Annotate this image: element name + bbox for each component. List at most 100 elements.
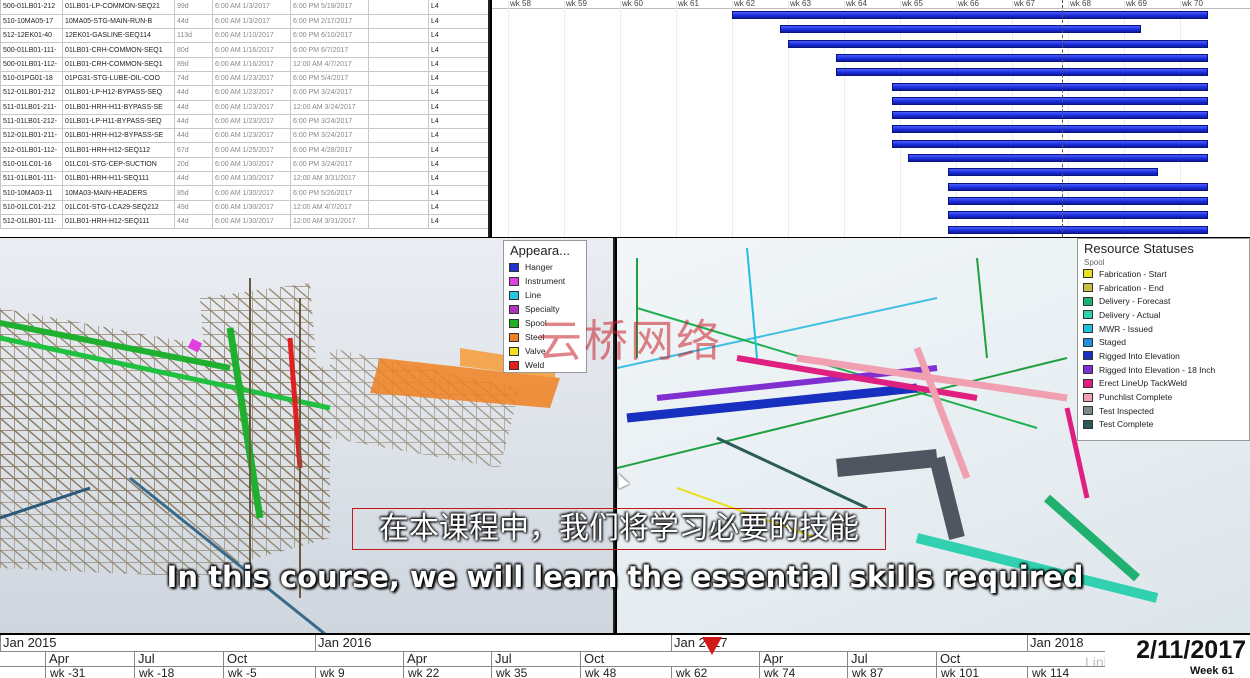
gantt-week-label: wk 62 (734, 0, 755, 8)
gantt-gridline (620, 0, 621, 237)
gantt-chart[interactable]: wk 58 wk 59 wk 60 wk 61 wk 62 wk 63 wk 64 wk 65… (492, 0, 1250, 237)
gantt-task-bar[interactable] (891, 96, 1208, 105)
table-row[interactable]: 510-01LC01-212 01LC01-STG-LCA29-SEQ212 49d… (0, 199, 488, 215)
gantt-task-bar[interactable] (908, 154, 1208, 162)
table-cell: 44d (174, 85, 213, 101)
table-row[interactable]: 512-12EK01-40 12EK01-GASLINE-SEQ114 113d 6:… (0, 28, 488, 44)
table-row[interactable]: 500-01LB01-112- 01LB01-CRH-COMMON-SEQ1 89d… (0, 56, 488, 72)
gantt-week-label: wk 60 (622, 0, 643, 8)
legend-swatch (1083, 337, 1093, 347)
legend-label: Line (525, 290, 542, 300)
table-row[interactable]: 511-01LB01-212- 01LB01-LP-H11-BYPASS-SEQ 4… (0, 113, 488, 130)
gantt-week-label: wk 58 (510, 0, 531, 8)
table-row[interactable]: 511-01LB01-111- 01LB01-HRH-H11-SEQ111 44d 6… (0, 171, 488, 187)
legend-item: Instrument (504, 274, 586, 288)
table-cell: L4 (428, 0, 488, 15)
gantt-task-bar[interactable] (779, 25, 1141, 34)
gantt-task-bar[interactable] (947, 182, 1208, 191)
gantt-gridline (844, 0, 845, 237)
table-cell: 500-01LB01-112- (0, 56, 63, 72)
table-cell: 12EK01-GASLINE-SEQ114 (62, 28, 175, 44)
gantt-task-bar[interactable] (891, 125, 1208, 134)
table-row[interactable]: 510-10MA03-11 10MA03-MAIN-HEADERS 85d 6:00 … (0, 185, 488, 201)
table-row[interactable]: 512-01LB01-112- 01LB01-HRH-H12-SEQ112 67d 6… (0, 142, 488, 158)
table-row[interactable]: 500-01LB01-111- 01LB01-CRH-COMMON-SEQ1 80d… (0, 42, 488, 58)
table-cell: 85d (174, 185, 213, 201)
gantt-task-bar[interactable] (947, 225, 1208, 234)
table-cell: 510-01LC01-212 (0, 199, 63, 215)
legend-swatch (509, 332, 519, 342)
table-cell: 01PG31-STG-LUBE-OIL-COO (62, 70, 175, 87)
table-cell: L4 (428, 128, 488, 144)
legend-swatch (509, 346, 519, 356)
table-row[interactable]: 510-01PG01-18 01PG31-STG-LUBE-OIL-COO 74d 6… (0, 70, 488, 87)
table-cell: L4 (428, 13, 488, 30)
table-cell: 12:00 AM 3/31/2017 (290, 171, 369, 187)
gantt-task-bar[interactable] (947, 211, 1208, 220)
table-row[interactable]: 512-01LB01-211- 01LB01-HRH-H12-BYPASS-SE 4… (0, 128, 488, 144)
timeline-week-label: wk 87 (847, 667, 883, 678)
table-cell: 511-01LB01-111- (0, 171, 63, 187)
table-row[interactable]: 511-01LB01-211- 01LB01-HRH-H11-BYPASS-SE 4… (0, 99, 488, 115)
gantt-task-bar[interactable] (835, 68, 1208, 77)
table-cell: 6:00 PM 5/26/2017 (290, 185, 369, 201)
legend-swatch (1083, 365, 1093, 375)
gantt-task-bar[interactable] (947, 168, 1158, 177)
timeline-playhead-marker[interactable] (702, 637, 722, 655)
timeline-month-label: Jul (491, 652, 512, 666)
table-cell: 20d (174, 156, 213, 173)
table-cell: 512-01LB01-112- (0, 142, 63, 158)
gantt-task-bar[interactable] (732, 11, 1208, 19)
table-cell: 12:00 AM 4/7/2017 (290, 199, 369, 215)
legend-label: Test Complete (1099, 419, 1154, 430)
resource-legend-subtitle: Spool (1084, 258, 1105, 267)
gantt-task-bar[interactable] (835, 53, 1208, 62)
table-cell (368, 142, 429, 158)
timeline-slider[interactable]: Jan 2015 Jan 2016 Jan 2017 Jan 2018 Apr Jul O… (0, 635, 1250, 678)
timeline-month-label: Oct (223, 652, 247, 666)
gantt-gridline (788, 0, 789, 237)
table-cell: 6:00 AM 1/30/2017 (212, 171, 291, 187)
legend-item: Test Complete (1078, 418, 1249, 432)
gantt-gridline (508, 0, 509, 237)
table-row[interactable]: 500-01LB01-212 01LB01-LP-COMMON-SEQ21 99d 6… (0, 0, 488, 15)
timeline-week-label: wk -31 (45, 667, 85, 678)
legend-swatch (1083, 324, 1093, 334)
table-cell: 500-01LB01-111- (0, 42, 63, 58)
table-cell: 44d (174, 113, 213, 130)
table-cell (368, 28, 429, 44)
timeline-year-label: Jan 2016 (315, 635, 372, 652)
table-cell (368, 213, 429, 230)
table-cell: 6:00 AM 1/3/2017 (212, 13, 291, 30)
table-cell (368, 171, 429, 187)
legend-label: Fabrication - Start (1099, 268, 1167, 279)
table-cell (368, 0, 429, 15)
legend-swatch (1083, 378, 1093, 388)
table-cell: 67d (174, 142, 213, 158)
table-cell: 10MA03-MAIN-HEADERS (62, 185, 175, 201)
legend-item: Rigged Into Elevation - 18 Inch (1078, 363, 1249, 377)
timeline-week-label: wk 74 (759, 667, 795, 678)
table-row[interactable]: 510-01LC01-16 01LC01-STG-CEP-SUCTION 20d 6:… (0, 156, 488, 173)
table-cell: 6:00 AM 1/30/2017 (212, 199, 291, 215)
gantt-gridline (676, 0, 677, 237)
table-cell (368, 56, 429, 72)
timeline-month-label: Apr (759, 652, 783, 666)
legend-label: Erect LineUp TackWeld (1099, 378, 1188, 389)
table-row[interactable]: 512-01LB01-212 01LB01-LP-H12-BYPASS-SEQ 44… (0, 85, 488, 101)
timeline-month-label: Oct (936, 652, 960, 666)
timeline-week-label: wk 62 (671, 667, 707, 678)
table-cell: 6:00 AM 1/23/2017 (212, 99, 291, 115)
gantt-week-header: wk 58 wk 59 wk 60 wk 61 wk 62 wk 63 wk 64 wk 65… (492, 0, 1250, 9)
table-cell: 511-01LB01-212- (0, 113, 63, 130)
table-cell: 01LB01-CRH-COMMON-SEQ1 (62, 42, 175, 58)
gantt-task-bar[interactable] (891, 82, 1208, 91)
gantt-task-bar[interactable] (788, 39, 1208, 48)
gantt-task-bar[interactable] (947, 196, 1208, 205)
gantt-task-bar[interactable] (891, 111, 1208, 120)
table-cell (368, 128, 429, 144)
table-row[interactable]: 512-01LB01-111- 01LB01-HRH-H12-SEQ111 44d 6… (0, 213, 488, 230)
gantt-task-bar[interactable] (891, 139, 1208, 148)
table-row[interactable]: 510-10MA05-17 10MA05-STG-MAIN-RUN-B 44d 6:0… (0, 13, 488, 30)
table-cell: 89d (174, 56, 213, 72)
